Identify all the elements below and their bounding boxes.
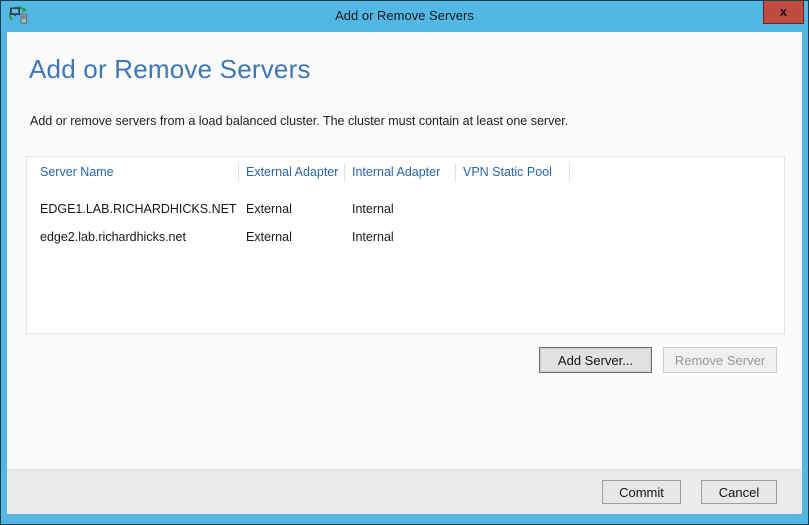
cell-server-name: edge2.lab.richardhicks.net xyxy=(27,230,239,244)
column-header-vpn-static-pool[interactable]: VPN Static Pool xyxy=(456,157,570,187)
column-header-external-adapter[interactable]: External Adapter xyxy=(239,157,345,187)
server-list-rows: EDGE1.LAB.RICHARDHICKS.NET External Inte… xyxy=(27,187,784,251)
dialog-window: Add or Remove Servers x Add or Remove Se… xyxy=(0,0,809,525)
add-server-button[interactable]: Add Server... xyxy=(539,347,652,373)
server-list: Server Name External Adapter Internal Ad… xyxy=(26,156,785,334)
commit-button[interactable]: Commit xyxy=(602,480,681,504)
titlebar: Add or Remove Servers x xyxy=(1,1,808,32)
cell-external-adapter: External xyxy=(239,230,345,244)
cancel-button[interactable]: Cancel xyxy=(701,480,777,504)
page-description: Add or remove servers from a load balanc… xyxy=(30,114,568,128)
window-title: Add or Remove Servers xyxy=(1,1,808,31)
column-header-internal-adapter[interactable]: Internal Adapter xyxy=(345,157,456,187)
cell-server-name: EDGE1.LAB.RICHARDHICKS.NET xyxy=(27,202,239,216)
page-title: Add or Remove Servers xyxy=(29,54,311,85)
table-row[interactable]: EDGE1.LAB.RICHARDHICKS.NET External Inte… xyxy=(27,195,784,223)
remove-server-button[interactable]: Remove Server xyxy=(663,347,777,373)
close-icon: x xyxy=(780,2,787,22)
table-row[interactable]: edge2.lab.richardhicks.net External Inte… xyxy=(27,223,784,251)
cell-internal-adapter: Internal xyxy=(345,202,456,216)
column-header-server-name[interactable]: Server Name xyxy=(27,157,239,187)
server-list-header: Server Name External Adapter Internal Ad… xyxy=(27,157,784,187)
footer: Commit Cancel xyxy=(7,469,802,514)
cell-external-adapter: External xyxy=(239,202,345,216)
cell-internal-adapter: Internal xyxy=(345,230,456,244)
close-button[interactable]: x xyxy=(763,1,804,24)
dialog-body: Add or Remove Servers Add or remove serv… xyxy=(7,32,802,514)
